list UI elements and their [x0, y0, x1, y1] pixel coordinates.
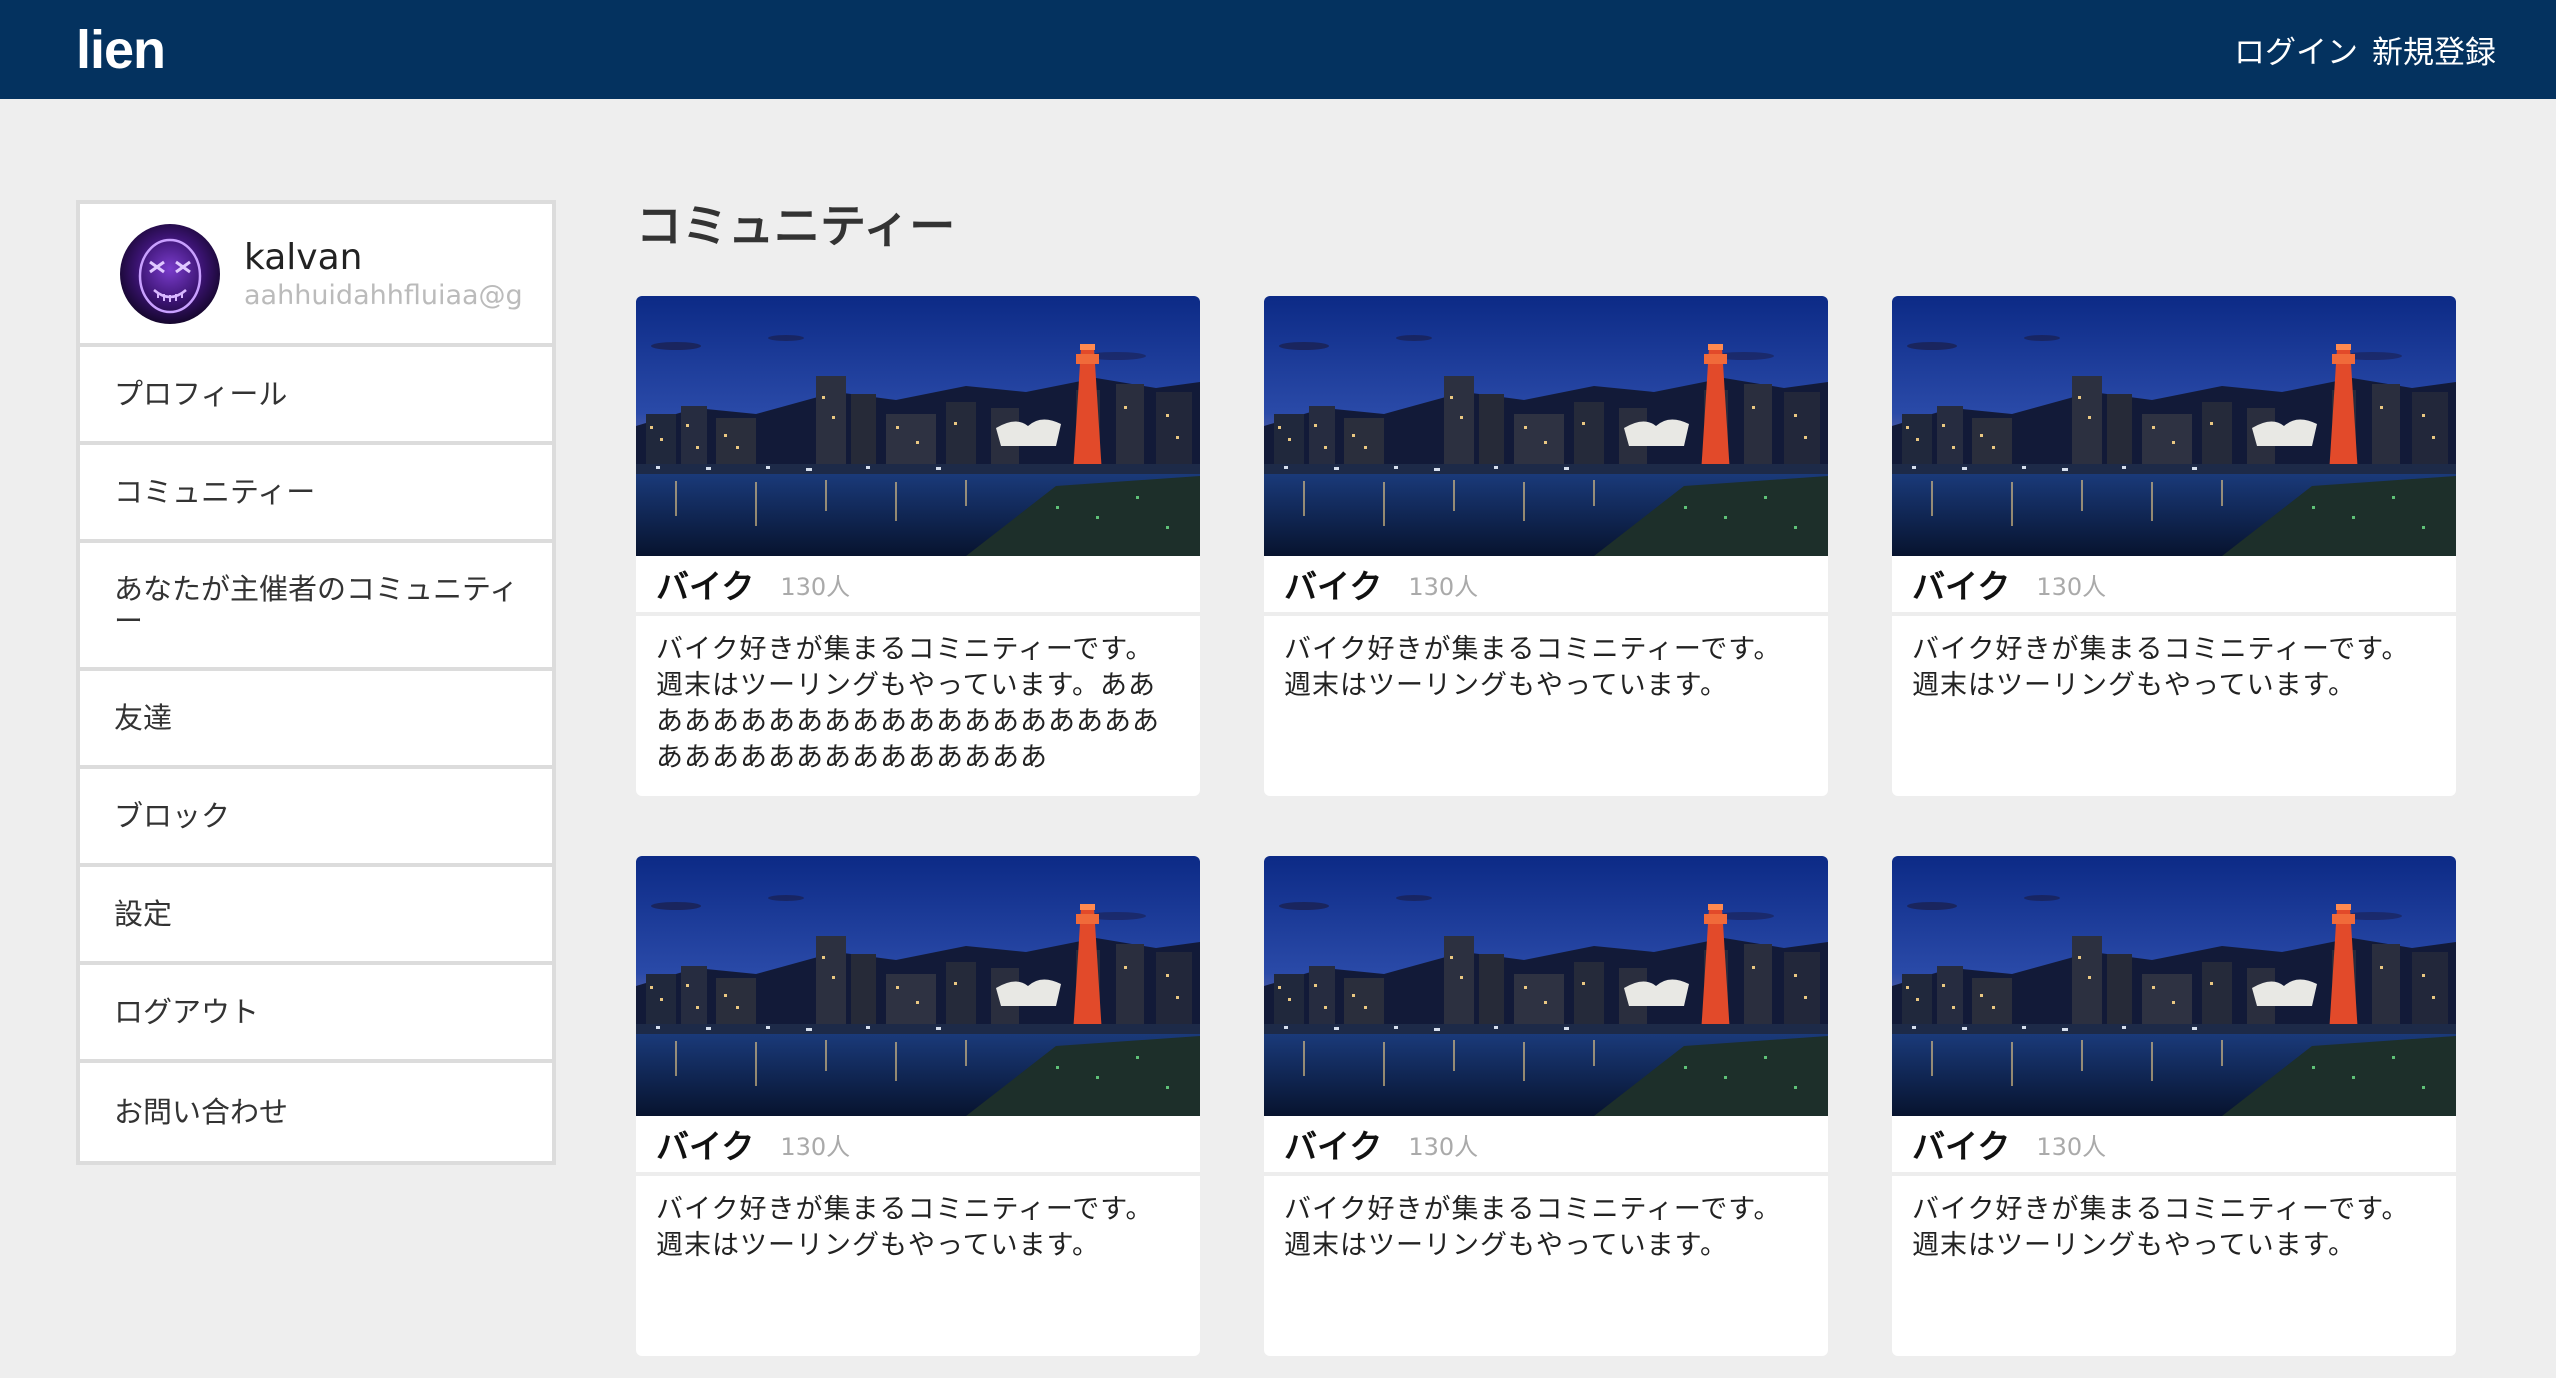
avatar	[120, 223, 220, 324]
sidebar-item-block[interactable]: ブロック	[80, 769, 552, 867]
community-title: バイク	[1284, 1127, 1383, 1166]
community-card[interactable]: バイク 130人 バイク好きが集まるコミニティーです。週末はツーリングもやってい…	[1892, 296, 2456, 796]
community-description: バイク好きが集まるコミニティーです。週末はツーリングもやっています。	[1284, 634, 1782, 701]
member-count: 130人	[1408, 572, 1479, 601]
community-card[interactable]: バイク 130人 バイク好きが集まるコミニティーです。週末はツーリングもやってい…	[636, 856, 1200, 1356]
user-email: aahhuidahhfluiaa@g	[244, 279, 523, 311]
member-count: 130人	[1408, 1132, 1479, 1161]
sidebar-item-profile[interactable]: プロフィール	[80, 347, 552, 445]
member-count: 130人	[2036, 1132, 2107, 1161]
community-title: バイク	[656, 1127, 755, 1166]
community-card[interactable]: バイク 130人 バイク好きが集まるコミニティーです。週末はツーリングもやってい…	[1892, 856, 2456, 1356]
community-description: バイク好きが集まるコミニティーです。週末はツーリングもやっています。	[1284, 1194, 1782, 1261]
community-cover-image	[1264, 296, 1828, 556]
community-title: バイク	[656, 567, 755, 606]
community-cover-image	[1892, 296, 2456, 556]
community-card[interactable]: バイク 130人 バイク好きが集まるコミニティーです。週末はツーリングもやってい…	[1264, 856, 1828, 1356]
community-cover-image	[636, 296, 1200, 556]
app-logo[interactable]: lien	[76, 19, 166, 81]
community-description: バイク好きが集まるコミニティーです。週末はツーリングもやっています。	[1912, 634, 2410, 701]
top-navbar: lien ログイン 新規登録	[0, 0, 2556, 99]
sidebar-item-logout[interactable]: ログアウト	[80, 965, 552, 1063]
sidebar-item-hosted-community[interactable]: あなたが主催者のコミュニティー	[80, 543, 552, 671]
auth-links: ログイン 新規登録	[2234, 27, 2496, 72]
community-description: バイク好きが集まるコミニティーです。週末はツーリングもやっています。	[1912, 1194, 2410, 1261]
community-card[interactable]: バイク 130人 バイク好きが集まるコミニティーです。週末はツーリングもやってい…	[1264, 296, 1828, 796]
signup-link[interactable]: 新規登録	[2372, 27, 2496, 72]
member-count: 130人	[2036, 572, 2107, 601]
community-cover-image	[1892, 856, 2456, 1116]
member-count: 130人	[780, 1132, 851, 1161]
purge-mask-icon	[138, 238, 202, 313]
member-count: 130人	[780, 572, 851, 601]
login-link[interactable]: ログイン	[2234, 27, 2358, 72]
page-title: コミュニティー	[636, 199, 956, 253]
sidebar: kalvan aahhuidahhfluiaa@g プロフィール コミュニティー…	[76, 200, 556, 1165]
sidebar-item-friends[interactable]: 友達	[80, 671, 552, 769]
user-profile-summary[interactable]: kalvan aahhuidahhfluiaa@g	[80, 204, 552, 347]
user-name: kalvan	[244, 236, 363, 278]
community-title: バイク	[1284, 567, 1383, 606]
community-grid: バイク 130人 バイク好きが集まるコミニティーです。週末はツーリングもやってい…	[636, 296, 2456, 1356]
sidebar-item-contact[interactable]: お問い合わせ	[80, 1063, 552, 1161]
community-description: バイク好きが集まるコミニティーです。週末はツーリングもやっています。ああああああ…	[656, 634, 1160, 773]
community-cover-image	[1264, 856, 1828, 1116]
sidebar-item-community[interactable]: コミュニティー	[80, 445, 552, 543]
community-cover-image	[636, 856, 1200, 1116]
community-title: バイク	[1912, 567, 2011, 606]
community-card[interactable]: バイク 130人 バイク好きが集まるコミニティーです。週末はツーリングもやってい…	[636, 296, 1200, 796]
community-title: バイク	[1912, 1127, 2011, 1166]
community-description: バイク好きが集まるコミニティーです。週末はツーリングもやっています。	[656, 1194, 1154, 1261]
sidebar-item-settings[interactable]: 設定	[80, 867, 552, 965]
